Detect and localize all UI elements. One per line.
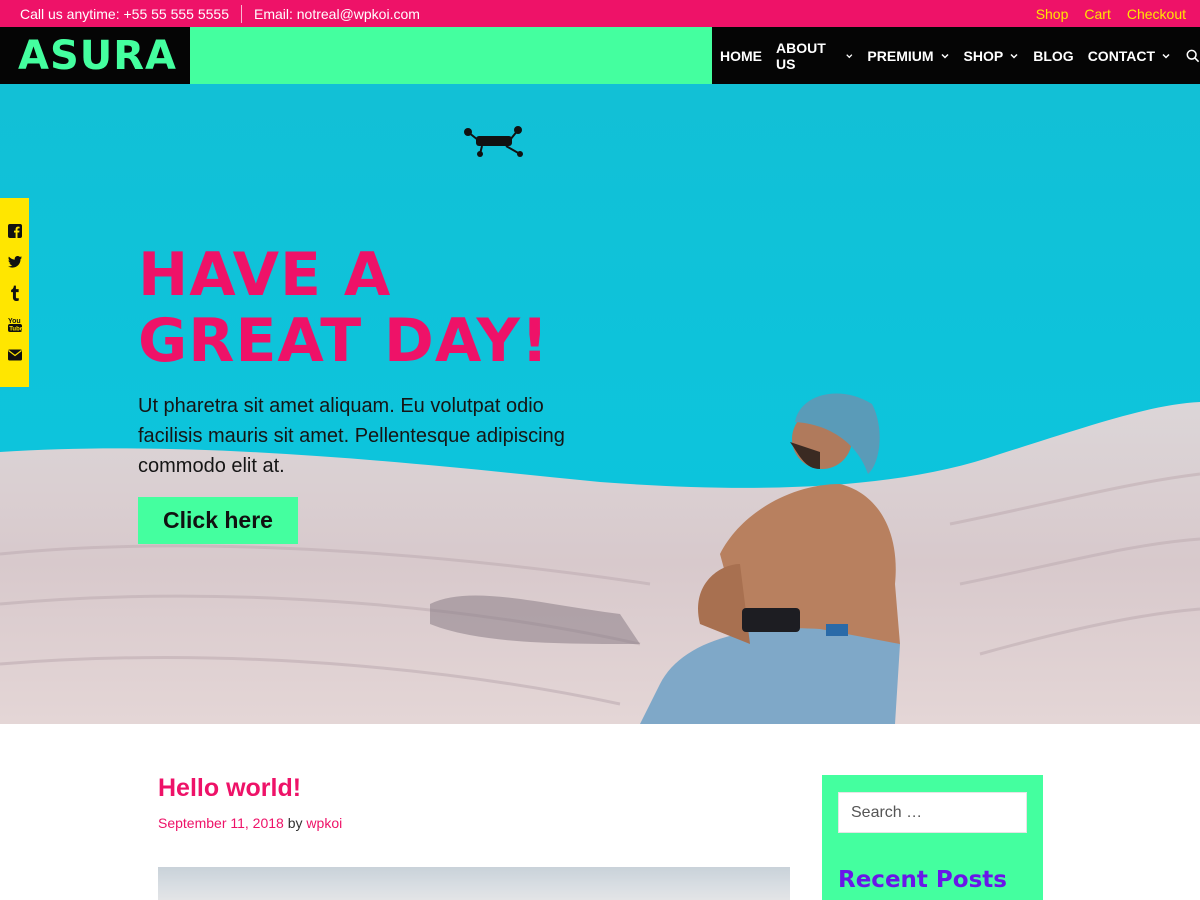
post-date[interactable]: September 11, 2018 bbox=[158, 815, 284, 831]
nav-item-premium[interactable]: PREMIUM bbox=[860, 27, 956, 84]
nav-label: HOME bbox=[720, 47, 762, 64]
search-icon[interactable] bbox=[1186, 48, 1200, 64]
email-icon[interactable] bbox=[7, 347, 22, 363]
search-placeholder: Search … bbox=[851, 803, 923, 821]
nav-label: SHOP bbox=[963, 47, 1004, 64]
nav-item-contact[interactable]: CONTACT bbox=[1081, 27, 1178, 84]
cart-link[interactable]: Cart bbox=[1084, 6, 1110, 22]
post-meta: September 11, 2018 by wpkoi bbox=[158, 815, 342, 831]
nav-item-about-us[interactable]: ABOUT US bbox=[769, 27, 860, 84]
phone-text: Call us anytime: +55 55 555 5555 bbox=[20, 5, 229, 22]
chevron-down-icon bbox=[1162, 53, 1170, 59]
main-nav: HOME ABOUT US PREMIUM SHOP BLOG CONTACT bbox=[712, 27, 1200, 84]
svg-text:Tube: Tube bbox=[9, 326, 22, 332]
contact-info: Call us anytime: +55 55 555 5555 Email: … bbox=[20, 0, 420, 27]
hero-title-line-1: HAVE A bbox=[138, 240, 392, 310]
hero-section: HAVE A GREAT DAY! Ut pharetra sit amet a… bbox=[0, 84, 1200, 724]
nav-label: BLOG bbox=[1033, 47, 1074, 64]
site-header: ASURA HOME ABOUT US PREMIUM SHOP BLOG CO… bbox=[0, 27, 1200, 84]
sidebar-widget-area: Search … Recent Posts bbox=[822, 775, 1043, 900]
email-text: Email: notreal@wpkoi.com bbox=[253, 5, 420, 22]
svg-text:You: You bbox=[8, 318, 21, 325]
divider bbox=[240, 4, 242, 23]
post-featured-image[interactable] bbox=[158, 867, 790, 900]
recent-posts-title: Recent Posts bbox=[838, 867, 1007, 893]
facebook-icon[interactable] bbox=[7, 223, 22, 239]
social-rail: You Tube bbox=[0, 198, 29, 387]
post-by: by bbox=[287, 815, 303, 831]
click-here-button[interactable]: Click here bbox=[138, 497, 298, 544]
search-input[interactable]: Search … bbox=[838, 792, 1027, 833]
header-accent-strip bbox=[190, 27, 712, 84]
tumblr-icon[interactable] bbox=[8, 285, 22, 301]
hero-text: Ut pharetra sit amet aliquam. Eu volutpa… bbox=[138, 395, 565, 477]
nav-item-shop[interactable]: SHOP bbox=[957, 27, 1027, 84]
hero-title: HAVE A GREAT DAY! bbox=[138, 242, 549, 374]
shop-links: Shop Cart Checkout bbox=[1036, 0, 1186, 27]
shop-link[interactable]: Shop bbox=[1036, 6, 1069, 22]
youtube-icon[interactable]: YouTube bbox=[7, 316, 22, 332]
chevron-down-icon bbox=[941, 53, 949, 59]
nav-label: PREMIUM bbox=[867, 47, 934, 64]
twitter-icon[interactable] bbox=[7, 254, 22, 270]
post-title[interactable]: Hello world! bbox=[158, 774, 301, 803]
chevron-down-icon bbox=[846, 53, 853, 58]
nav-label: CONTACT bbox=[1087, 47, 1156, 64]
site-logo[interactable]: ASURA bbox=[18, 33, 177, 79]
checkout-link[interactable]: Checkout bbox=[1127, 6, 1186, 22]
chevron-down-icon bbox=[1010, 53, 1018, 59]
nav-label: ABOUT US bbox=[776, 39, 826, 72]
logo-area[interactable]: ASURA bbox=[0, 27, 190, 84]
hero-title-line-2: GREAT DAY! bbox=[138, 306, 550, 376]
top-bar: Call us anytime: +55 55 555 5555 Email: … bbox=[0, 0, 1200, 27]
nav-item-home[interactable]: HOME bbox=[712, 27, 769, 84]
nav-item-blog[interactable]: BLOG bbox=[1026, 27, 1080, 84]
post-author[interactable]: wpkoi bbox=[306, 815, 342, 831]
